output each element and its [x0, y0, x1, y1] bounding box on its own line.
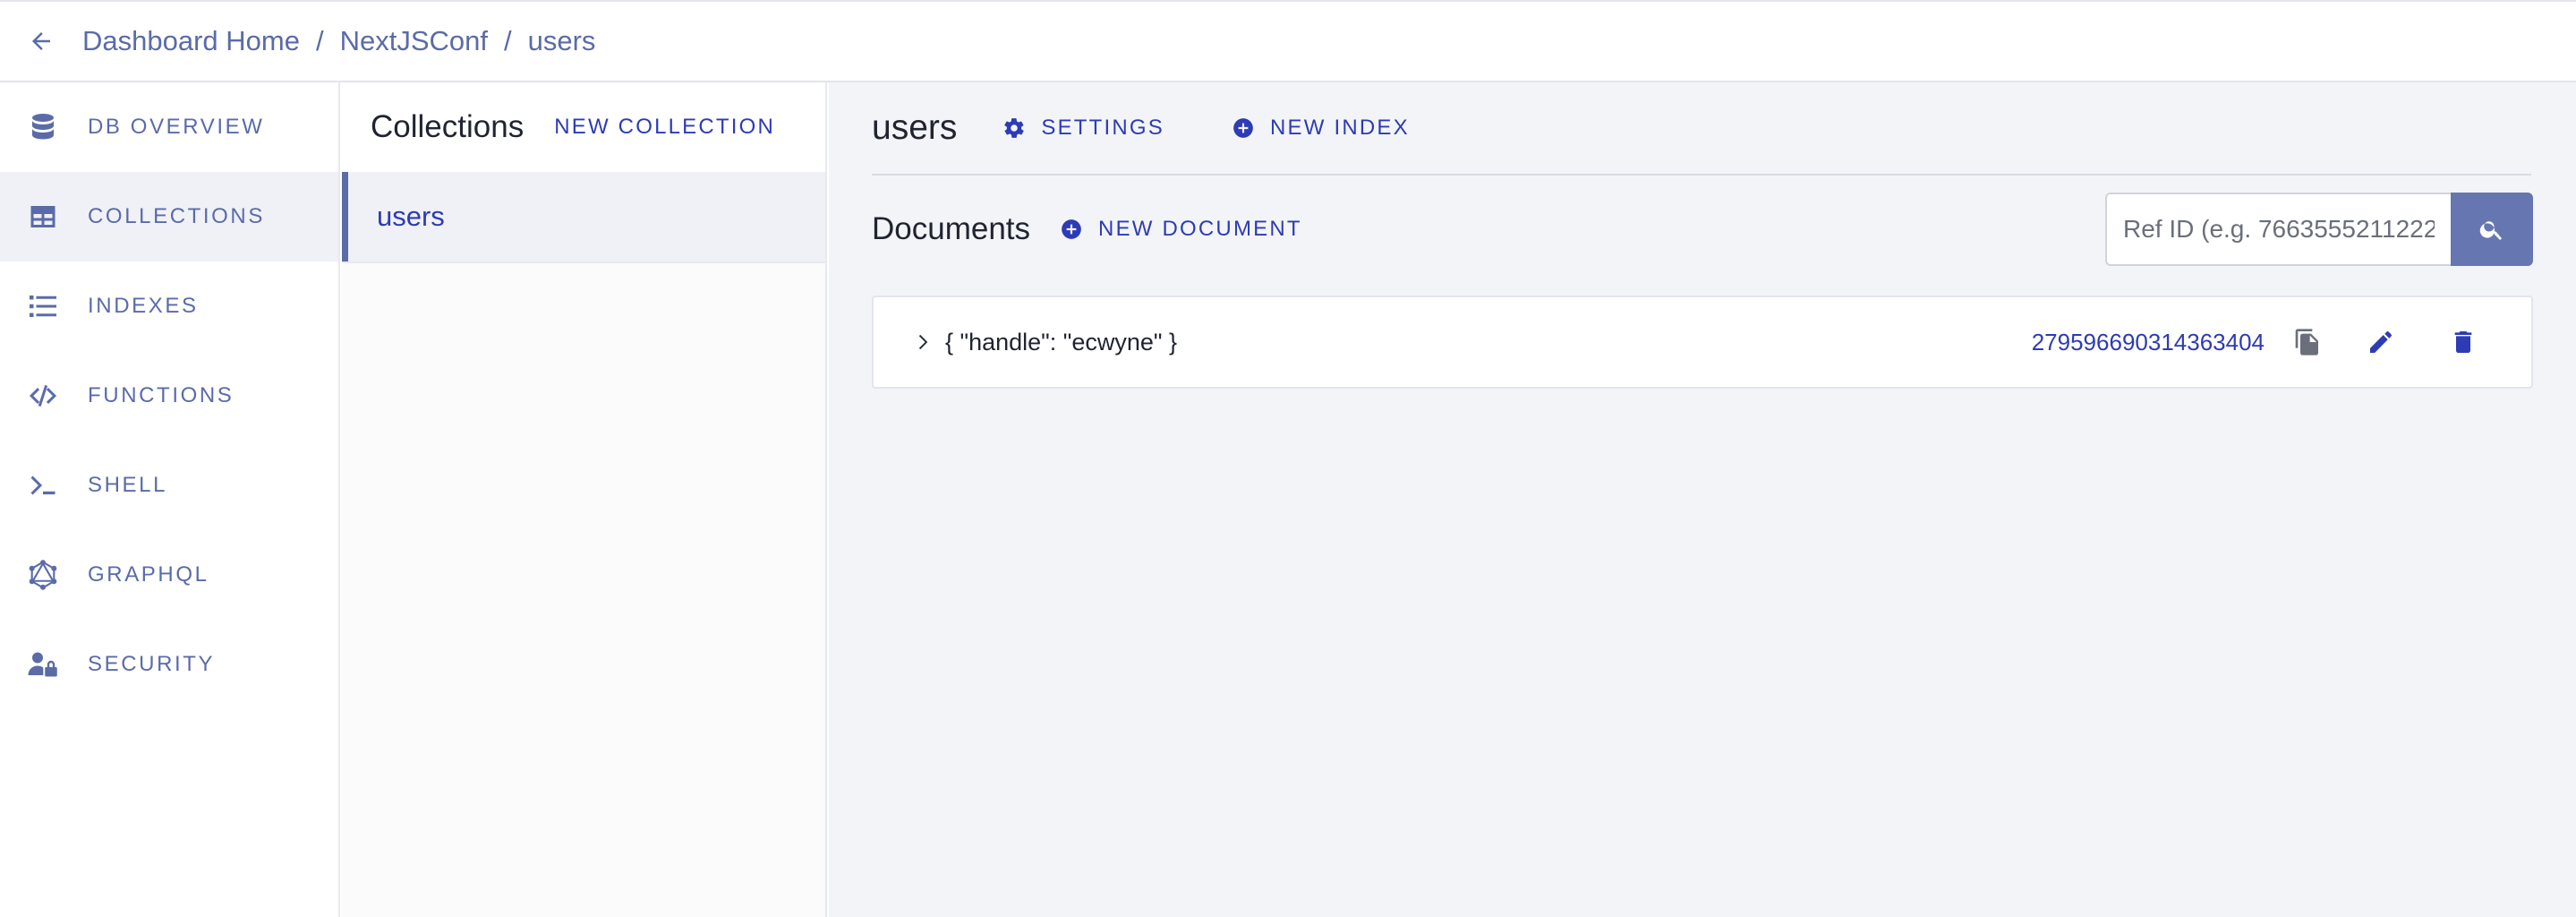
- breadcrumb-separator: /: [504, 25, 512, 56]
- collection-header: users SETTINGS NEW INDEX: [872, 82, 2531, 176]
- breadcrumb-database[interactable]: NextJSConf: [340, 25, 488, 57]
- breadcrumb: Dashboard Home / NextJSConf / users: [82, 25, 595, 57]
- delete-button[interactable]: [2440, 319, 2486, 365]
- code-icon: [25, 378, 61, 414]
- top-bar: Dashboard Home / NextJSConf / users: [0, 0, 2576, 82]
- sidebar-item-label: SHELL: [88, 473, 168, 497]
- sidebar-item-security[interactable]: SECURITY: [0, 620, 338, 709]
- copy-icon: [2295, 329, 2318, 356]
- search-icon: [2479, 221, 2502, 240]
- document-preview: { "handle": "ecwyne" }: [945, 328, 1178, 356]
- copy-button[interactable]: [2284, 319, 2331, 365]
- collection-item-label: users: [377, 201, 445, 232]
- collections-header: Collections NEW COLLECTION: [342, 82, 825, 172]
- search-button[interactable]: [2451, 193, 2533, 266]
- graphql-icon: [25, 557, 61, 593]
- sidebar-item-label: COLLECTIONS: [88, 204, 265, 228]
- settings-button[interactable]: SETTINGS: [1002, 116, 1164, 141]
- sidebar-item-label: FUNCTIONS: [88, 383, 235, 407]
- documents-title: Documents: [872, 211, 1031, 246]
- pencil-icon: [2370, 331, 2392, 353]
- sidebar-item-label: SECURITY: [88, 652, 216, 676]
- sidebar-item-shell[interactable]: SHELL: [0, 441, 338, 530]
- plus-circle-icon: [1231, 116, 1256, 141]
- collections-list-empty-area: [342, 261, 825, 263]
- expand-button[interactable]: [904, 324, 940, 360]
- sidebar-item-label: DB OVERVIEW: [88, 115, 265, 139]
- settings-label: SETTINGS: [1041, 116, 1164, 140]
- edit-button[interactable]: [2358, 319, 2404, 365]
- collections-panel: Collections NEW COLLECTION users: [342, 82, 827, 917]
- list-icon: [25, 288, 61, 324]
- new-collection-button[interactable]: NEW COLLECTION: [554, 115, 775, 140]
- back-button[interactable]: [0, 0, 82, 82]
- database-icon: [25, 109, 61, 145]
- new-index-label: NEW INDEX: [1270, 116, 1410, 140]
- ref-search: [2105, 193, 2533, 266]
- arrow-left-icon: [32, 32, 50, 50]
- collection-title: users: [872, 108, 958, 147]
- breadcrumb-dashboard-home[interactable]: Dashboard Home: [82, 25, 300, 57]
- new-document-label: NEW DOCUMENT: [1098, 217, 1302, 241]
- table-icon: [25, 199, 61, 235]
- gear-icon: [1002, 116, 1027, 141]
- ref-id-search-input[interactable]: [2105, 193, 2451, 266]
- sidebar-item-graphql[interactable]: GRAPHQL: [0, 530, 338, 620]
- sidebar: DB OVERVIEW COLLECTIONS INDEXES FUNCTION…: [0, 82, 340, 917]
- sidebar-item-db-overview[interactable]: DB OVERVIEW: [0, 82, 338, 172]
- breadcrumb-collection[interactable]: users: [528, 25, 596, 57]
- breadcrumb-separator: /: [315, 25, 324, 56]
- documents-header: Documents NEW DOCUMENT: [872, 192, 2533, 267]
- terminal-icon: [25, 467, 61, 503]
- sidebar-item-label: INDEXES: [88, 294, 199, 318]
- user-lock-icon: [25, 647, 61, 682]
- plus-circle-icon: [1059, 217, 1084, 242]
- main-content: users SETTINGS NEW INDEX Documents NEW D…: [829, 82, 2576, 917]
- chevron-right-icon: [918, 334, 928, 350]
- trash-icon: [2454, 331, 2472, 353]
- collections-title: Collections: [371, 109, 525, 144]
- collection-item-users[interactable]: users: [342, 172, 825, 261]
- sidebar-item-collections[interactable]: COLLECTIONS: [0, 172, 338, 261]
- document-row: { "handle": "ecwyne" } 27959669031436340…: [872, 296, 2533, 389]
- sidebar-item-functions[interactable]: FUNCTIONS: [0, 351, 338, 441]
- new-index-button[interactable]: NEW INDEX: [1231, 116, 1410, 141]
- sidebar-item-label: GRAPHQL: [88, 562, 209, 587]
- new-document-button[interactable]: NEW DOCUMENT: [1059, 217, 1302, 242]
- document-ref-link[interactable]: 279596690314363404: [2032, 329, 2265, 356]
- sidebar-item-indexes[interactable]: INDEXES: [0, 261, 338, 351]
